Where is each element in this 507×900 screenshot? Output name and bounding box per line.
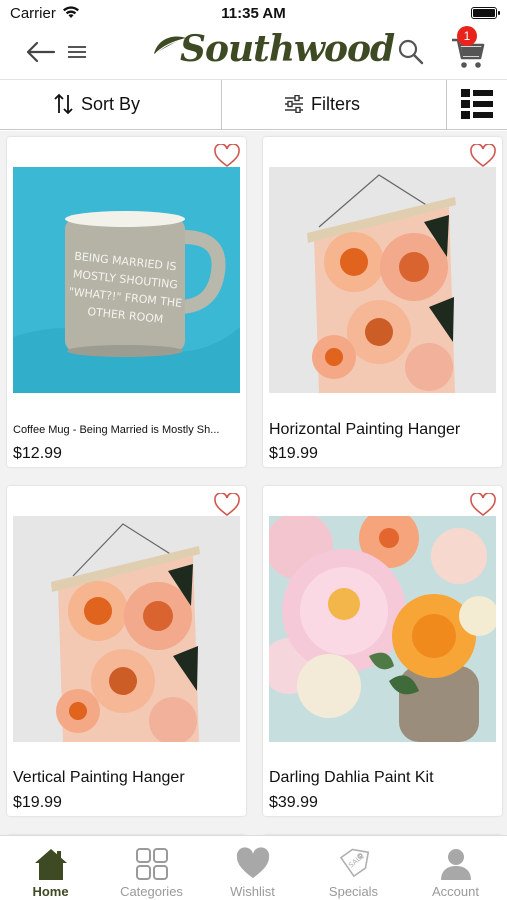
product-image-horizontal-hanger[interactable] bbox=[269, 167, 496, 393]
wishlist-heart-icon[interactable] bbox=[214, 144, 240, 168]
sort-arrows-icon bbox=[54, 93, 73, 115]
tab-categories-label: Categories bbox=[120, 884, 183, 899]
wishlist-heart-icon[interactable] bbox=[470, 144, 496, 168]
filters-label: Filters bbox=[311, 94, 360, 114]
product-name: Coffee Mug - Being Married is Mostly Sh.… bbox=[13, 424, 220, 436]
filters-button[interactable]: Filters bbox=[222, 80, 446, 129]
product-image-vertical-hanger[interactable] bbox=[13, 516, 240, 742]
cart-count-badge: 1 bbox=[457, 26, 477, 46]
product-price: $12.99 bbox=[13, 445, 62, 462]
svg-text:SALE: SALE bbox=[347, 852, 366, 869]
product-name: Darling Dahlia Paint Kit bbox=[269, 769, 434, 786]
account-icon bbox=[441, 849, 471, 880]
tab-home-label: Home bbox=[32, 884, 69, 899]
sort-by-label: Sort By bbox=[81, 94, 141, 114]
tab-specials-label: Specials bbox=[328, 884, 379, 899]
back-arrow-icon[interactable] bbox=[24, 40, 56, 64]
sort-filter-toolbar: Sort By Filters bbox=[0, 80, 507, 130]
categories-icon bbox=[136, 848, 168, 880]
wishlist-heart-icon[interactable] bbox=[470, 493, 496, 517]
product-price: $19.99 bbox=[13, 794, 62, 811]
wishlist-heart-icon[interactable] bbox=[214, 493, 240, 517]
product-name: Horizontal Painting Hanger bbox=[269, 421, 461, 438]
hamburger-menu-icon[interactable] bbox=[67, 44, 87, 60]
logo-text: Southwood bbox=[180, 28, 395, 70]
tab-specials[interactable]: SALE Specials bbox=[303, 836, 404, 900]
southwood-logo[interactable]: Southwood bbox=[152, 28, 395, 76]
tab-home[interactable]: Home bbox=[0, 836, 101, 900]
tab-categories[interactable]: Categories bbox=[101, 836, 202, 900]
bottom-tab-bar: Home Categories Wishlist SALE Specials A… bbox=[0, 835, 507, 900]
product-grid: BEING MARRIED IS MOSTLY SHOUTING "WHAT?!… bbox=[0, 131, 507, 835]
tab-account-label: Account bbox=[432, 884, 479, 899]
search-icon[interactable] bbox=[397, 38, 425, 66]
tab-wishlist-label: Wishlist bbox=[230, 884, 275, 899]
status-bar: Carrier 11:35 AM bbox=[0, 0, 507, 26]
sale-tag-icon: SALE bbox=[339, 848, 370, 878]
product-image-dahlia-kit[interactable] bbox=[269, 516, 496, 742]
home-icon bbox=[35, 849, 67, 880]
product-price: $19.99 bbox=[269, 445, 318, 462]
product-card-vertical-hanger[interactable]: Vertical Painting Hanger $19.99 bbox=[7, 486, 246, 816]
sort-by-button[interactable]: Sort By bbox=[0, 80, 221, 129]
list-view-toggle[interactable] bbox=[447, 80, 507, 129]
battery-icon bbox=[471, 7, 500, 19]
status-time: 11:35 AM bbox=[221, 5, 286, 22]
product-card-coffee-mug[interactable]: BEING MARRIED IS MOSTLY SHOUTING "WHAT?!… bbox=[7, 137, 246, 467]
product-price: $39.99 bbox=[269, 794, 318, 811]
tab-wishlist[interactable]: Wishlist bbox=[202, 836, 303, 900]
product-card-horizontal-hanger[interactable]: Horizontal Painting Hanger $19.99 bbox=[263, 137, 502, 467]
product-card-dahlia-kit[interactable]: Darling Dahlia Paint Kit $39.99 bbox=[263, 486, 502, 816]
product-image-coffee-mug[interactable]: BEING MARRIED IS MOSTLY SHOUTING "WHAT?!… bbox=[13, 167, 240, 393]
tab-account[interactable]: Account bbox=[405, 836, 506, 900]
app-header: Southwood 1 bbox=[0, 26, 507, 80]
list-view-icon bbox=[461, 89, 493, 119]
product-name: Vertical Painting Hanger bbox=[13, 769, 185, 786]
filter-sliders-icon bbox=[285, 95, 303, 113]
heart-icon bbox=[236, 847, 270, 878]
